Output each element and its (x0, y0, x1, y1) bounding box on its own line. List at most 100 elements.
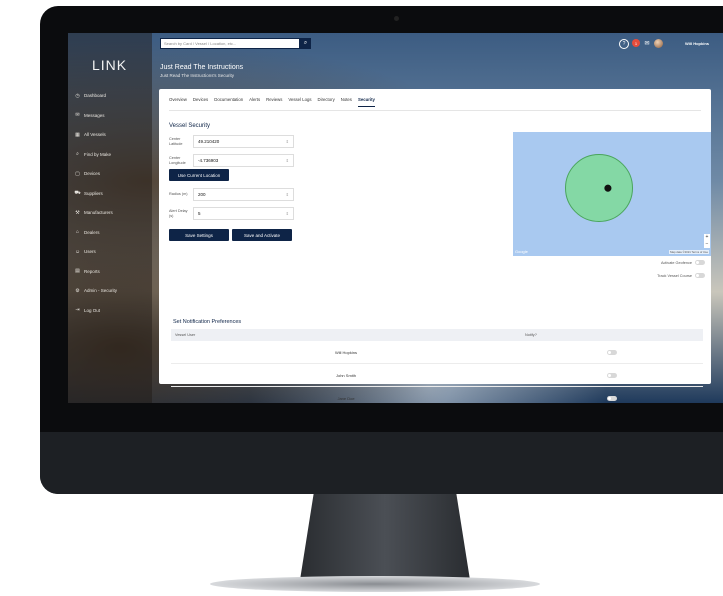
spinner-icon[interactable]: ⇕ (286, 211, 289, 216)
notify-toggle[interactable] (607, 349, 617, 355)
logout-icon: ⇥ (75, 307, 80, 314)
help-icon[interactable]: ? (619, 39, 629, 49)
dealers-icon: ⌂ (75, 229, 80, 236)
vessels-icon: ▦ (75, 131, 80, 138)
center-longitude-field[interactable]: -4.736903 ⇕ (193, 154, 294, 167)
suppliers-icon: ⛟ (74, 189, 81, 196)
avatar[interactable] (654, 39, 663, 48)
activate-geofence-toggle[interactable] (695, 260, 705, 265)
sidebar-item-vessels[interactable]: ▦ All Vessels (74, 125, 150, 145)
activate-geofence-row: Activate Geofence (661, 260, 705, 265)
notify-toggle[interactable] (607, 372, 617, 378)
track-course-row: Track Vessel Course (657, 273, 705, 278)
tab-security[interactable]: Security (357, 97, 375, 107)
admin-icon: ⚙ (75, 287, 80, 294)
geofence-circle (565, 154, 633, 222)
column-header-notify: Notify? (525, 333, 537, 337)
zoom-in-button[interactable]: + (704, 234, 710, 241)
sidebar-item-find[interactable]: ⌕ Find by Make (74, 145, 150, 165)
search-button[interactable]: ⌕ (300, 38, 311, 49)
monitor-stand (300, 494, 470, 580)
track-course-label: Track Vessel Course (657, 273, 692, 278)
content-card: Overview Devices Documentation Alerts Re… (159, 89, 711, 401)
page-subtitle: Just Read The Instructions's Security (160, 73, 235, 78)
search-input[interactable]: Search by Card / Vessel / Location, etc.… (160, 38, 300, 49)
center-latitude-row: Center Latitude 49.210420 ⇕ (169, 134, 294, 149)
alert-delay-label: Alert Delay (s) (169, 209, 188, 218)
tab-documentation[interactable]: Documentation (214, 97, 243, 107)
save-and-activate-button[interactable]: Save and Activate (232, 229, 292, 241)
notify-cell (521, 372, 703, 378)
center-longitude-label: Center Longitude (169, 156, 186, 165)
tab-vessel-logs[interactable]: Vessel Logs (288, 97, 311, 107)
sidebar-item-devices[interactable]: ▢ Devices (74, 164, 150, 184)
alert-delay-value: 5 (198, 211, 201, 216)
tab-notes[interactable]: Notes (341, 97, 352, 107)
sidebar-item-logout[interactable]: ⇥ Log Out (74, 301, 150, 321)
username[interactable]: Will Hopkins (685, 41, 709, 46)
section-title: Vessel Security (169, 123, 211, 129)
sidebar-item-admin[interactable]: ⚙ Admin - Security (74, 281, 150, 301)
sidebar-item-label: Users (84, 249, 96, 255)
mail-icon[interactable]: ✉ (643, 39, 651, 47)
sidebar-item-label: Dealers (84, 229, 100, 235)
notify-cell (521, 395, 703, 401)
sidebar-item-label: Messages (84, 112, 105, 118)
sidebar-item-reports[interactable]: ▤ Reports (74, 262, 150, 282)
location-pin-icon[interactable]: ⬤ (604, 185, 612, 192)
sidebar-item-label: Find by Make (84, 151, 112, 157)
table-row: Will Hopkins (171, 341, 703, 364)
radius-label: Radius (m) (169, 192, 188, 197)
tab-reviews[interactable]: Reviews (266, 97, 282, 107)
tab-alerts[interactable]: Alerts (249, 97, 260, 107)
sidebar-item-label: Reports (84, 268, 100, 274)
track-course-toggle[interactable] (695, 273, 705, 278)
spinner-icon[interactable]: ⇕ (286, 139, 289, 144)
sidebar-item-suppliers[interactable]: ⛟ Suppliers (74, 184, 150, 204)
monitor-chin (40, 432, 723, 494)
map-attribution[interactable]: Map data ©2021 Terms of Use (669, 250, 709, 254)
sidebar: LINK ◷ Dashboard ✉ Messages ▦ All Vessels ⌕… (68, 33, 152, 403)
zoom-out-button[interactable]: − (704, 241, 710, 248)
devices-icon: ▢ (75, 170, 80, 177)
radius-field[interactable]: 200 ⇕ (193, 188, 294, 201)
user-name: Jane Doe (337, 395, 355, 401)
sidebar-item-messages[interactable]: ✉ Messages (74, 106, 150, 126)
sidebar-nav: ◷ Dashboard ✉ Messages ▦ All Vessels ⌕ Find … (74, 86, 150, 320)
center-longitude-row: Center Longitude -4.736903 ⇕ (169, 153, 294, 168)
notification-title: Set Notification Preferences (173, 319, 242, 325)
tab-directory[interactable]: Directory (318, 97, 335, 107)
tab-devices[interactable]: Devices (193, 97, 208, 107)
use-current-location-button[interactable]: Use Current Location (169, 169, 229, 181)
sidebar-item-dashboard[interactable]: ◷ Dashboard (74, 86, 150, 106)
center-latitude-label: Center Latitude (169, 137, 183, 146)
map[interactable]: ⬤ + − Google Map data ©2021 Terms of Use (513, 132, 711, 256)
sidebar-item-manufacturers[interactable]: ⚒ Manufacturers (74, 203, 150, 223)
notify-toggle[interactable] (607, 395, 617, 401)
user-name: John Smith (335, 372, 356, 378)
notification-table: Vessel User Notify? Will Hopkins John Sm… (171, 329, 703, 403)
sidebar-item-label: All Vessels (84, 132, 106, 138)
alert-delay-field[interactable]: 5 ⇕ (193, 207, 294, 220)
bell-icon[interactable]: 1 (632, 39, 640, 47)
tab-bar: Overview Devices Documentation Alerts Re… (169, 97, 375, 107)
spinner-icon[interactable]: ⇕ (286, 192, 289, 197)
center-latitude-value: 49.210420 (198, 139, 220, 144)
topbar-icons: ? 1 ✉ (619, 39, 663, 49)
sidebar-item-dealers[interactable]: ⌂ Dealers (74, 223, 150, 243)
sidebar-item-label: Dashboard (84, 93, 107, 99)
column-header-user: Vessel User (175, 333, 196, 337)
google-logo: Google (515, 249, 528, 254)
sidebar-item-label: Suppliers (84, 190, 103, 196)
messages-icon: ✉ (75, 112, 80, 119)
zoom-control[interactable]: + − (704, 234, 710, 248)
spinner-icon[interactable]: ⇕ (286, 158, 289, 163)
manufacturers-icon: ⚒ (75, 209, 80, 216)
center-latitude-field[interactable]: 49.210420 ⇕ (193, 135, 294, 148)
radius-value: 200 (198, 192, 206, 197)
save-settings-button[interactable]: Save Settings (169, 229, 229, 241)
tab-overview[interactable]: Overview (169, 97, 187, 107)
table-row: John Smith (171, 364, 703, 387)
sidebar-item-users[interactable]: ☺ Users (74, 242, 150, 262)
search-icon: ⌕ (303, 40, 308, 46)
